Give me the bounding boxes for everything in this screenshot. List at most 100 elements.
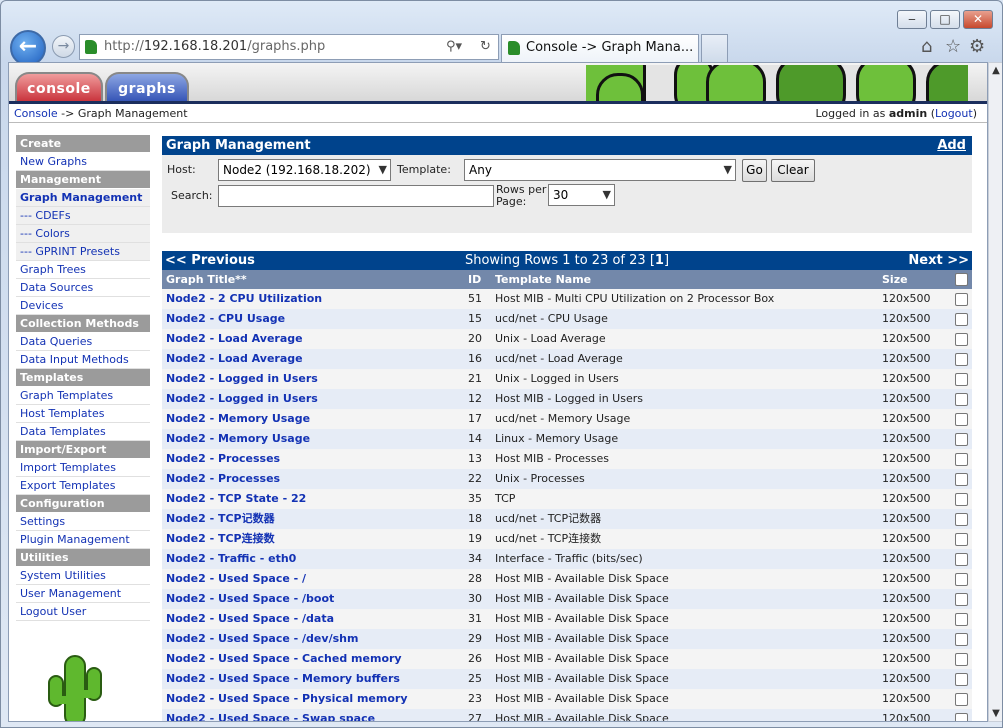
sidebar-item-gprint-presets[interactable]: --- GPRINT Presets xyxy=(16,243,150,261)
refresh-icon[interactable]: ↻ xyxy=(480,35,491,59)
sidebar-item-new-graphs[interactable]: New Graphs xyxy=(16,153,150,171)
search-icon[interactable]: ⚲▾ xyxy=(446,35,462,59)
add-graph-link[interactable]: Add xyxy=(937,136,966,155)
graphs-tab[interactable]: graphs xyxy=(105,72,189,102)
row-checkbox[interactable] xyxy=(955,713,968,721)
row-checkbox[interactable] xyxy=(955,373,968,386)
scroll-down-arrow-icon[interactable]: ▼ xyxy=(990,708,1002,719)
graph-title-link[interactable]: Node2 - Logged in Users xyxy=(166,369,318,389)
graph-title-link[interactable]: Node2 - TCP State - 22 xyxy=(166,489,306,509)
graph-title-link[interactable]: Node2 - Logged in Users xyxy=(166,389,318,409)
forward-button[interactable]: → xyxy=(52,35,75,58)
sidebar-item-graph-trees[interactable]: Graph Trees xyxy=(16,261,150,279)
graph-title-link[interactable]: Node2 - Used Space - / xyxy=(166,569,306,589)
row-checkbox[interactable] xyxy=(955,553,968,566)
maximize-button[interactable]: □ xyxy=(930,10,960,29)
row-checkbox[interactable] xyxy=(955,433,968,446)
graph-title-link[interactable]: Node2 - Used Space - Swap space xyxy=(166,709,375,721)
row-checkbox[interactable] xyxy=(955,693,968,706)
console-tab[interactable]: console xyxy=(15,72,103,102)
breadcrumb-console-link[interactable]: Console xyxy=(14,107,58,120)
graph-title-link[interactable]: Node2 - 2 CPU Utilization xyxy=(166,289,322,309)
graph-title-link[interactable]: Node2 - Used Space - Physical memory xyxy=(166,689,408,709)
sidebar-item-system-utilities[interactable]: System Utilities xyxy=(16,567,150,585)
sidebar-item-data-queries[interactable]: Data Queries xyxy=(16,333,150,351)
sidebar-item-cdefs[interactable]: --- CDEFs xyxy=(16,207,150,225)
row-checkbox[interactable] xyxy=(955,533,968,546)
current-page-number[interactable]: 1 xyxy=(655,253,664,268)
scroll-up-arrow-icon[interactable]: ▲ xyxy=(990,65,1002,76)
host-select[interactable]: Node2 (192.168.18.202) ▼ xyxy=(218,159,391,181)
go-button[interactable]: Go xyxy=(742,159,767,182)
row-checkbox[interactable] xyxy=(955,593,968,606)
graph-size: 120x500 xyxy=(882,512,931,525)
graph-title-link[interactable]: Node2 - TCP连接数 xyxy=(166,529,275,549)
breadcrumb: Console -> Graph Management xyxy=(14,107,188,120)
column-header-size[interactable]: Size xyxy=(882,270,908,289)
graph-title-link[interactable]: Node2 - Processes xyxy=(166,449,280,469)
sidebar-item-data-sources[interactable]: Data Sources xyxy=(16,279,150,297)
graph-title-link[interactable]: Node2 - Used Space - Cached memory xyxy=(166,649,402,669)
back-button[interactable]: ← xyxy=(10,30,46,66)
sidebar-item-host-templates[interactable]: Host Templates xyxy=(16,405,150,423)
graph-title-link[interactable]: Node2 - Load Average xyxy=(166,349,303,369)
graph-title-link[interactable]: Node2 - Used Space - /data xyxy=(166,609,334,629)
sidebar-item-export-templates[interactable]: Export Templates xyxy=(16,477,150,495)
logout-link[interactable]: Logout xyxy=(935,107,973,120)
row-checkbox[interactable] xyxy=(955,453,968,466)
favorites-star-icon[interactable]: ☆ xyxy=(945,36,961,57)
graph-title-link[interactable]: Node2 - CPU Usage xyxy=(166,309,285,329)
close-button[interactable]: ✕ xyxy=(963,10,993,29)
row-checkbox[interactable] xyxy=(955,653,968,666)
sidebar-item-settings[interactable]: Settings xyxy=(16,513,150,531)
graph-title-link[interactable]: Node2 - Used Space - /dev/shm xyxy=(166,629,358,649)
new-tab-button[interactable] xyxy=(701,34,728,62)
row-checkbox[interactable] xyxy=(955,313,968,326)
row-checkbox[interactable] xyxy=(955,353,968,366)
home-icon[interactable]: ⌂ xyxy=(921,36,932,57)
row-checkbox[interactable] xyxy=(955,633,968,646)
column-header-title[interactable]: Graph Title** xyxy=(166,270,247,289)
search-input[interactable] xyxy=(218,185,494,207)
sidebar-item-plugin-management[interactable]: Plugin Management xyxy=(16,531,150,549)
clear-button[interactable]: Clear xyxy=(771,159,815,182)
graph-title-link[interactable]: Node2 - Memory Usage xyxy=(166,409,310,429)
sidebar-item-graph-management[interactable]: Graph Management xyxy=(16,189,150,207)
row-checkbox[interactable] xyxy=(955,393,968,406)
vertical-scrollbar[interactable]: ▲ ▼ xyxy=(988,62,1002,722)
sidebar-item-graph-templates[interactable]: Graph Templates xyxy=(16,387,150,405)
sidebar-item-data-templates[interactable]: Data Templates xyxy=(16,423,150,441)
rows-per-page-select[interactable]: 30 ▼ xyxy=(548,184,615,206)
column-header-template[interactable]: Template Name xyxy=(495,270,591,289)
graph-title-link[interactable]: Node2 - TCP记数器 xyxy=(166,509,275,529)
sidebar-item-devices[interactable]: Devices xyxy=(16,297,150,315)
graph-title-link[interactable]: Node2 - Processes xyxy=(166,469,280,489)
sidebar-item-logout-user[interactable]: Logout User xyxy=(16,603,150,621)
row-checkbox[interactable] xyxy=(955,613,968,626)
row-checkbox[interactable] xyxy=(955,513,968,526)
sidebar-item-data-input-methods[interactable]: Data Input Methods xyxy=(16,351,150,369)
graph-title-link[interactable]: Node2 - Traffic - eth0 xyxy=(166,549,296,569)
next-page-link[interactable]: Next >> xyxy=(908,251,969,270)
row-checkbox[interactable] xyxy=(955,473,968,486)
template-select[interactable]: Any ▼ xyxy=(464,159,736,181)
sidebar-item-colors[interactable]: --- Colors xyxy=(16,225,150,243)
row-checkbox[interactable] xyxy=(955,413,968,426)
row-checkbox[interactable] xyxy=(955,673,968,686)
sidebar-item-import-templates[interactable]: Import Templates xyxy=(16,459,150,477)
graph-title-link[interactable]: Node2 - Memory Usage xyxy=(166,429,310,449)
browser-tab[interactable]: Console -> Graph Mana... xyxy=(501,34,699,62)
sidebar-item-user-management[interactable]: User Management xyxy=(16,585,150,603)
row-checkbox[interactable] xyxy=(955,293,968,306)
graph-title-link[interactable]: Node2 - Load Average xyxy=(166,329,303,349)
minimize-button[interactable]: ‒ xyxy=(897,10,927,29)
row-checkbox[interactable] xyxy=(955,573,968,586)
column-header-id[interactable]: ID xyxy=(468,270,481,289)
graph-title-link[interactable]: Node2 - Used Space - Memory buffers xyxy=(166,669,400,689)
row-checkbox[interactable] xyxy=(955,493,968,506)
graph-title-link[interactable]: Node2 - Used Space - /boot xyxy=(166,589,334,609)
select-all-checkbox[interactable] xyxy=(955,273,968,286)
row-checkbox[interactable] xyxy=(955,333,968,346)
address-bar[interactable]: http://192.168.18.201/graphs.php ⚲▾ ↻ xyxy=(79,34,499,60)
tools-gear-icon[interactable]: ⚙ xyxy=(969,36,985,57)
